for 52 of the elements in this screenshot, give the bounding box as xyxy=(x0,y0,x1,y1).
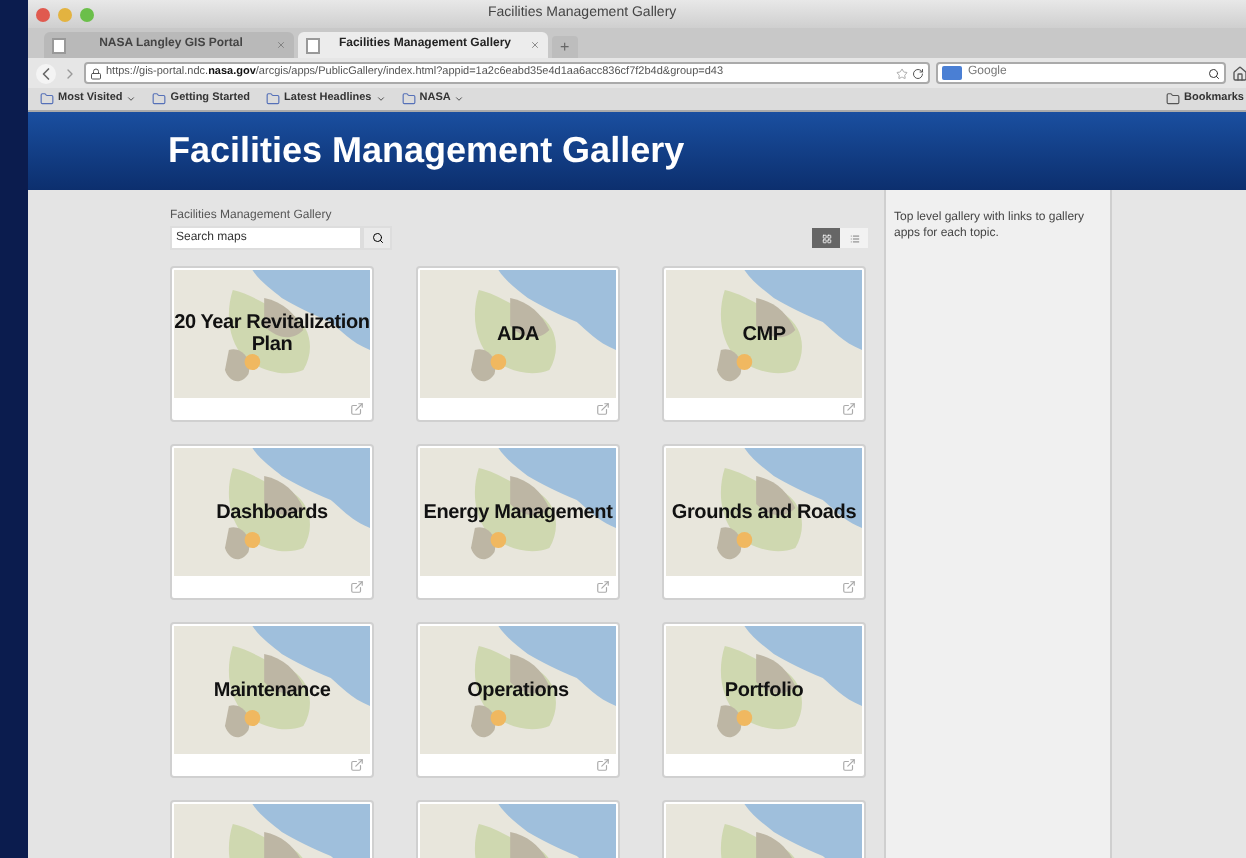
folder-icon xyxy=(40,92,54,106)
star-icon[interactable] xyxy=(896,67,908,79)
folder-icon xyxy=(401,92,416,106)
external-link-icon[interactable] xyxy=(842,757,856,771)
card-title: Portfolio xyxy=(722,679,806,701)
page-icon xyxy=(306,37,320,53)
search-icon xyxy=(371,232,383,244)
gallery-card[interactable]: ADA xyxy=(416,266,620,422)
gallery-card[interactable]: CMP xyxy=(662,266,866,422)
gallery-card[interactable]: Grounds and Roads xyxy=(662,444,866,600)
card-title: Energy Management xyxy=(421,501,615,523)
card-title: CMP xyxy=(740,323,788,345)
card-title: Grounds and Roads xyxy=(669,501,859,523)
card-title: Operations xyxy=(465,679,571,701)
external-link-icon[interactable] xyxy=(596,579,610,593)
search-icon[interactable] xyxy=(1208,67,1220,79)
grid-icon xyxy=(821,233,831,243)
card-title: ADA xyxy=(494,323,542,345)
external-link-icon[interactable] xyxy=(596,757,610,771)
gallery-card[interactable]: Operations xyxy=(416,622,620,778)
search-button[interactable] xyxy=(362,226,392,250)
minimize-icon[interactable] xyxy=(58,7,72,21)
gallery-card[interactable]: Maintenance xyxy=(170,622,374,778)
close-icon[interactable] xyxy=(36,7,50,21)
list-view-button[interactable] xyxy=(840,228,868,248)
card-title: Maintenance xyxy=(211,679,333,701)
search-engine-icon[interactable] xyxy=(942,66,962,80)
gallery-card[interactable]: Portfolio xyxy=(662,622,866,778)
list-icon xyxy=(849,233,859,243)
folder-icon xyxy=(152,92,167,106)
card-title: Dashboards xyxy=(214,501,330,523)
external-link-icon[interactable] xyxy=(842,401,856,415)
zoom-icon[interactable] xyxy=(80,7,94,21)
reload-icon[interactable] xyxy=(912,67,924,79)
external-link-icon[interactable] xyxy=(350,757,364,771)
lock-icon xyxy=(90,67,102,79)
page-title: Facilities Management Gallery xyxy=(168,128,685,174)
page-icon xyxy=(52,37,66,53)
gallery-card[interactable]: Dashboards xyxy=(170,444,374,600)
folder-icon xyxy=(266,92,281,106)
external-link-icon[interactable] xyxy=(596,401,610,415)
external-link-icon[interactable] xyxy=(350,579,364,593)
gallery-card[interactable]: 20 Year Revitalization Plan xyxy=(170,266,374,422)
home-icon[interactable] xyxy=(1232,65,1246,81)
grid-view-button[interactable] xyxy=(812,228,840,248)
gallery-card[interactable]: Energy Management xyxy=(416,444,620,600)
external-link-icon[interactable] xyxy=(842,579,856,593)
back-icon[interactable] xyxy=(36,63,56,83)
card-title: 20 Year Revitalization Plan xyxy=(174,312,370,356)
forward-icon[interactable] xyxy=(62,65,78,81)
folder-icon xyxy=(1166,92,1181,106)
external-link-icon[interactable] xyxy=(350,401,364,415)
